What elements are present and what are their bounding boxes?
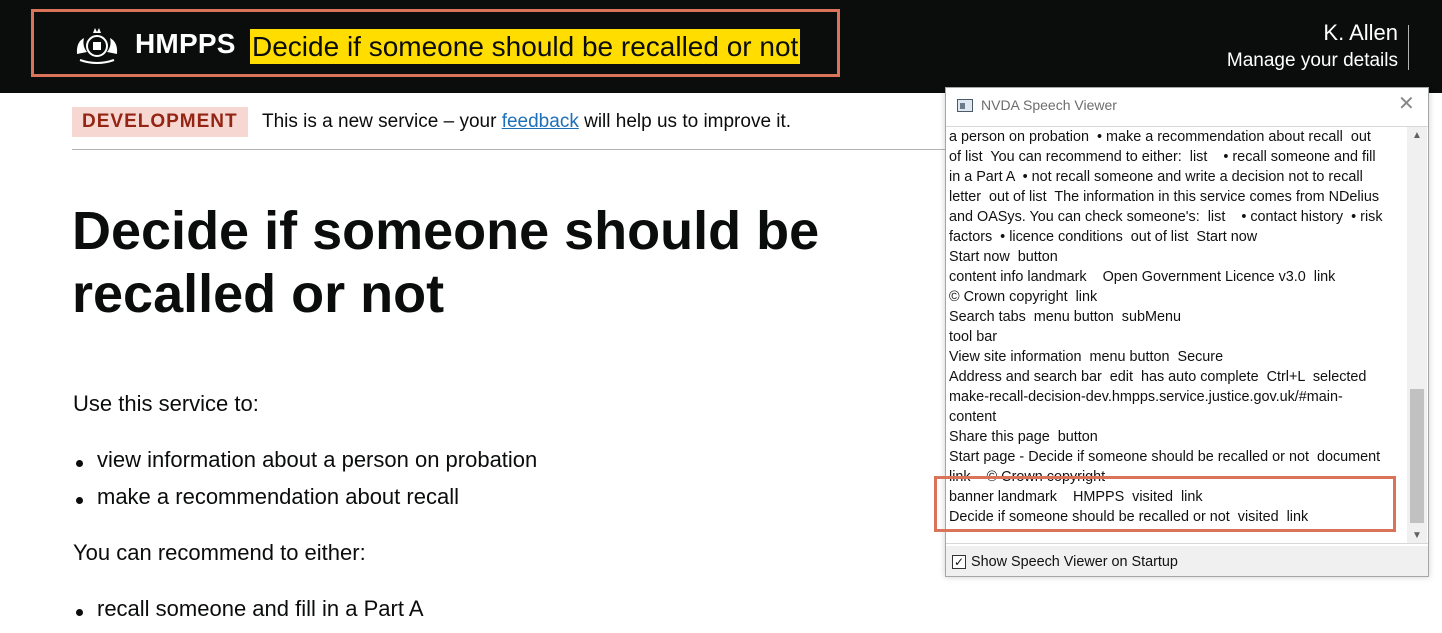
speech-log-line: in a Part A • not recall someone and wri… xyxy=(949,169,1363,185)
nvda-footer: ✓ Show Speech Viewer on Startup xyxy=(946,546,1428,576)
speech-log-line: tool bar xyxy=(949,329,997,345)
speech-log-line: of list You can recommend to either: lis… xyxy=(949,149,1376,165)
speech-log-line: factors • licence conditions out of list… xyxy=(949,229,1258,245)
vertical-scrollbar[interactable]: ▲ ▼ xyxy=(1407,127,1427,543)
scroll-up-icon[interactable]: ▲ xyxy=(1407,127,1427,145)
list-bullet xyxy=(76,497,83,504)
show-on-startup-checkbox[interactable]: ✓ xyxy=(952,555,966,569)
phase-banner-text: This is a new service – your feedback wi… xyxy=(262,111,791,133)
speech-log-line: Search tabs menu button subMenu xyxy=(949,309,1181,325)
speech-log-line: View site information menu button Secure xyxy=(949,349,1224,365)
speech-log-line: Start now button xyxy=(949,249,1058,265)
speech-log-line: Share this page button xyxy=(949,429,1098,445)
header-divider xyxy=(1408,25,1409,70)
phase-text-before: This is a new service – your xyxy=(262,111,502,132)
show-on-startup-label[interactable]: Show Speech Viewer on Startup xyxy=(971,554,1178,570)
list-item: make a recommendation about recall xyxy=(97,484,459,509)
speech-log-line: letter out of list The information in th… xyxy=(949,189,1380,205)
speech-log-line: a person on probation • make a recommend… xyxy=(949,129,1371,145)
list-bullet xyxy=(76,609,83,616)
focus-annotation-box xyxy=(31,9,840,77)
close-icon[interactable]: ✕ xyxy=(1398,94,1415,114)
manage-details-link[interactable]: Manage your details xyxy=(1227,50,1398,72)
page-title: Decide if someone should be recalled or … xyxy=(72,201,820,324)
speech-log-line: content info landmark Open Government Li… xyxy=(949,269,1336,285)
speech-log-line: and OASys. You can check someone's: list… xyxy=(949,209,1383,225)
speech-log-line: make-recall-decision-dev.hmpps.service.j… xyxy=(949,389,1343,405)
scrollbar-thumb[interactable] xyxy=(1410,389,1424,523)
speech-log-line: Start page - Decide if someone should be… xyxy=(949,449,1381,465)
list-item: view information about a person on proba… xyxy=(97,447,538,472)
list-bullet xyxy=(76,460,83,467)
window-app-icon xyxy=(957,99,973,112)
feedback-link[interactable]: feedback xyxy=(502,111,579,132)
intro-text: Use this service to: xyxy=(73,391,259,416)
user-name: K. Allen xyxy=(1323,20,1398,45)
list-item: recall someone and fill in a Part A xyxy=(97,596,424,621)
nvda-titlebar[interactable]: NVDA Speech Viewer ✕ xyxy=(946,88,1428,122)
speech-log-line: content xyxy=(949,409,997,425)
scroll-down-icon[interactable]: ▼ xyxy=(1407,527,1427,543)
speech-log-lines: a person on probation • make a recommend… xyxy=(949,127,1406,527)
speech-log-line: © Crown copyright link xyxy=(949,289,1098,305)
nvda-window-title: NVDA Speech Viewer xyxy=(981,97,1117,113)
speech-annotation-box xyxy=(934,476,1396,532)
phase-text-after: will help us to improve it. xyxy=(578,111,792,132)
phase-tag: DEVELOPMENT xyxy=(72,107,248,137)
recommend-intro-text: You can recommend to either: xyxy=(73,540,366,565)
speech-log-line: Address and search bar edit has auto com… xyxy=(949,369,1367,385)
